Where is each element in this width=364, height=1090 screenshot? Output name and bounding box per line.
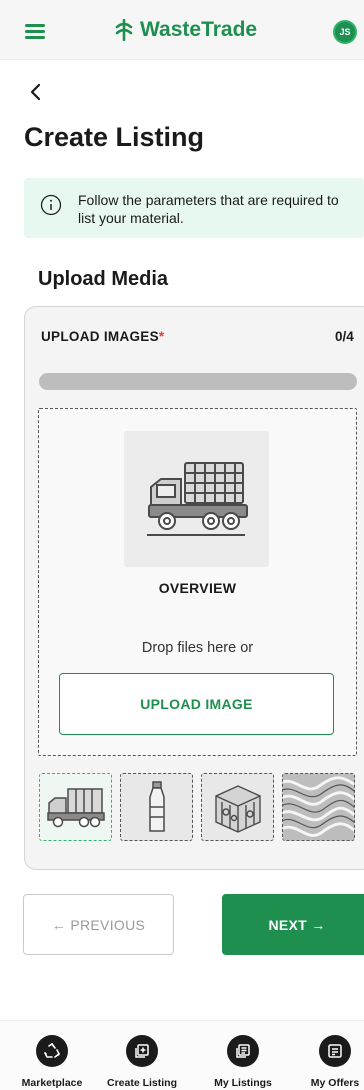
truck-illustration-icon: [146, 462, 248, 536]
user-avatar[interactable]: JS: [333, 20, 357, 44]
logo-mark-icon: [115, 19, 133, 41]
wastetrade-logo[interactable]: WasteTrade: [114, 16, 257, 44]
info-text: Follow the parameters that are required …: [78, 192, 339, 226]
thumbnail-bottle[interactable]: [120, 773, 193, 841]
thumbnail-bale[interactable]: [201, 773, 274, 841]
upload-images-card: UPLOAD IMAGES* 0/4 OVERVIEW Drop files h…: [24, 306, 364, 870]
nav-label-marketplace: Marketplace: [21, 1077, 83, 1089]
thumbnail-truck[interactable]: [39, 773, 112, 841]
nav-item-my-listings[interactable]: My Listings: [198, 1035, 288, 1089]
image-dropzone[interactable]: OVERVIEW Drop files here or UPLOAD IMAGE: [38, 408, 357, 756]
nav-item-marketplace[interactable]: Marketplace: [7, 1035, 97, 1089]
thumbnail-texture[interactable]: [282, 773, 355, 841]
hamburger-menu-icon[interactable]: [25, 24, 45, 40]
truck-icon: [46, 788, 105, 828]
previous-button[interactable]: ← PREVIOUS: [23, 894, 174, 955]
bottom-navigation: Marketplace Create Listing My Listings M…: [0, 1020, 364, 1090]
upload-image-button[interactable]: UPLOAD IMAGE: [59, 673, 334, 735]
upload-progress-bar: [39, 373, 357, 390]
top-app-bar: WasteTrade JS: [0, 0, 364, 60]
nav-label-create-listing: Create Listing: [106, 1077, 177, 1089]
upload-images-label-text: UPLOAD IMAGES: [41, 329, 159, 344]
nav-label-my-offers: My Offers: [310, 1077, 360, 1089]
brand-name: WasteTrade: [140, 18, 258, 41]
bale-icon: [214, 785, 261, 833]
section-title-upload-media: Upload Media: [38, 268, 169, 290]
upload-count: 0/4: [335, 329, 354, 344]
preview-caption: OVERVIEW: [158, 580, 237, 596]
nav-item-create-listing[interactable]: Create Listing: [97, 1035, 187, 1089]
required-asterisk: *: [158, 329, 165, 344]
page-title: Create Listing: [24, 122, 205, 152]
preview-image-truck: [124, 431, 269, 567]
upload-images-label: UPLOAD IMAGES*: [41, 329, 164, 344]
listings-icon: [227, 1035, 259, 1067]
bottle-icon: [148, 781, 165, 832]
nav-label-my-listings: My Listings: [214, 1077, 272, 1089]
info-banner: Follow the parameters that are required …: [24, 178, 364, 238]
back-chevron-icon[interactable]: [26, 82, 46, 102]
offers-icon: [319, 1035, 351, 1067]
texture-icon: [283, 774, 354, 840]
drop-files-text: Drop files here or: [141, 640, 254, 656]
recycle-icon: [36, 1035, 68, 1067]
next-button[interactable]: NEXT →: [222, 894, 364, 955]
nav-item-my-offers[interactable]: My Offers: [290, 1035, 364, 1089]
info-icon: [40, 194, 62, 216]
add-listing-icon: [126, 1035, 158, 1067]
